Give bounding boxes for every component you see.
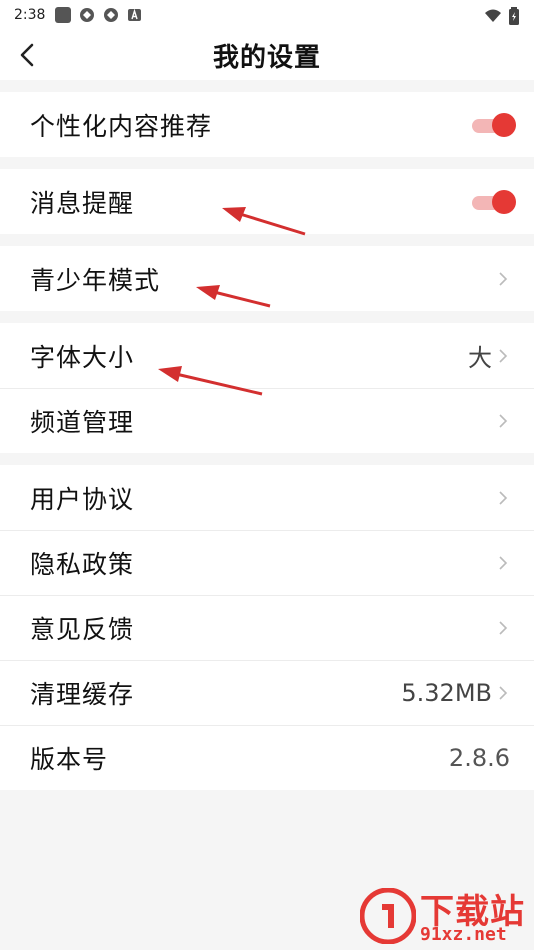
- row-personalized-recommend[interactable]: 个性化内容推荐: [0, 92, 534, 157]
- chevron-right-icon: [499, 348, 508, 363]
- font-icon: [128, 8, 142, 21]
- nav-bar: 我的设置: [0, 30, 534, 80]
- row-label: 用户协议: [30, 484, 135, 514]
- settings-group-youth: 青少年模式: [0, 246, 534, 311]
- personalized-recommend-toggle[interactable]: [472, 112, 516, 137]
- toggle-knob: [492, 112, 516, 137]
- row-label: 消息提醒: [30, 188, 135, 218]
- status-bar: 2:38: [0, 0, 534, 30]
- cache-size-value: 5.32MB: [401, 679, 492, 707]
- chevron-right-icon: [499, 556, 508, 570]
- watermark-url: 91xz.net: [420, 924, 507, 945]
- row-channel-management[interactable]: 频道管理: [0, 388, 534, 453]
- row-privacy-policy[interactable]: 隐私政策: [0, 530, 534, 595]
- row-label: 个性化内容推荐: [30, 111, 213, 141]
- row-version: 版本号 2.8.6: [0, 725, 534, 790]
- settings-group-display: 字体大小 大 频道管理: [0, 323, 534, 453]
- version-value: 2.8.6: [448, 744, 510, 772]
- row-feedback[interactable]: 意见反馈: [0, 595, 534, 660]
- row-label: 版本号: [30, 745, 109, 774]
- settings-group-about: 用户协议 隐私政策 意见反馈 清理缓存 5.32MB 版本号 2.8.6: [0, 465, 534, 790]
- settings-group-notification: 消息提醒: [0, 169, 534, 234]
- row-label: 隐私政策: [30, 550, 135, 579]
- chevron-right-icon: [499, 271, 508, 286]
- row-label: 频道管理: [30, 408, 135, 437]
- page-title: 我的设置: [212, 42, 321, 73]
- row-youth-mode[interactable]: 青少年模式: [0, 246, 534, 311]
- chevron-right-icon: [499, 621, 508, 635]
- watermark: 下载站 91xz.net: [360, 884, 530, 948]
- settings-group-recommend: 个性化内容推荐: [0, 92, 534, 157]
- row-message-reminder[interactable]: 消息提醒: [0, 169, 534, 234]
- back-arrow-icon: [20, 43, 34, 67]
- battery-icon: [509, 7, 519, 25]
- wifi-icon: [485, 9, 501, 22]
- row-label: 字体大小: [30, 342, 135, 372]
- chevron-right-icon: [499, 490, 508, 505]
- message-reminder-toggle[interactable]: [472, 189, 516, 214]
- watermark-logo-icon: [360, 888, 416, 944]
- row-clear-cache[interactable]: 清理缓存 5.32MB: [0, 660, 534, 725]
- chevron-right-icon: [499, 414, 508, 428]
- row-user-agreement[interactable]: 用户协议: [0, 465, 534, 530]
- row-label: 清理缓存: [30, 680, 135, 709]
- notification-icon: [55, 7, 72, 23]
- status-time: 2:38: [14, 7, 46, 23]
- row-font-size[interactable]: 字体大小 大: [0, 323, 534, 388]
- row-label: 意见反馈: [30, 615, 135, 644]
- toggle-knob: [492, 189, 516, 214]
- font-size-value: 大: [468, 344, 492, 372]
- row-label: 青少年模式: [30, 265, 161, 295]
- sync-icon: [80, 8, 95, 22]
- back-button[interactable]: [12, 40, 42, 70]
- sync-icon: [104, 8, 119, 22]
- chevron-right-icon: [499, 686, 508, 700]
